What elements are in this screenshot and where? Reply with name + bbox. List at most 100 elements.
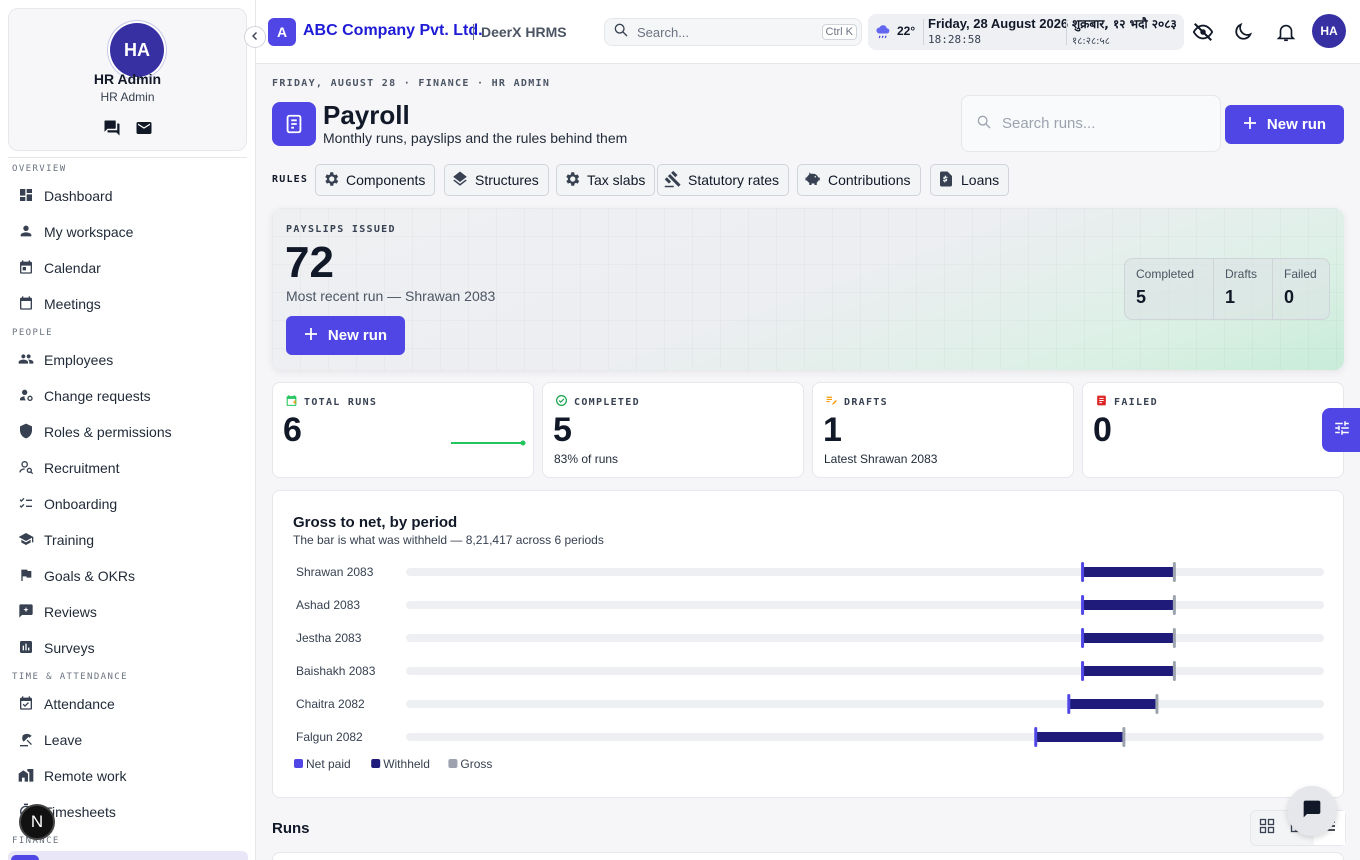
sidebar-item-meetings[interactable]: Meetings	[8, 288, 248, 320]
sidebar-item-label: Training	[44, 532, 95, 548]
hero-stat-label: Completed	[1136, 267, 1195, 281]
runs-search-input[interactable]: Search runs...	[961, 95, 1221, 152]
dev-badge[interactable]: N	[19, 804, 55, 840]
edit-note-icon	[825, 394, 838, 410]
hero-stat-label: Failed	[1284, 267, 1317, 281]
chat-icon[interactable]	[103, 119, 121, 142]
beach-icon	[18, 731, 34, 750]
chart-plot: Shrawan 2083 Ashad 2083 Jestha 2083 Baishak…	[294, 562, 1324, 771]
sidebar-item-reviews[interactable]: Reviews	[8, 596, 248, 628]
rule-statutory-rates[interactable]: Statutory rates	[657, 164, 790, 196]
sidebar-item-change-requests[interactable]: Change requests	[8, 380, 248, 412]
rule-structures[interactable]: Structures	[444, 164, 549, 196]
sidebar-item-goals[interactable]: Goals & OKRs	[8, 560, 248, 592]
sidebar-item-label: Remote work	[44, 768, 127, 784]
chart-track	[406, 568, 1324, 576]
chart-track	[406, 634, 1324, 642]
stat-value: 0	[1093, 411, 1112, 449]
sidebar-item-recruitment[interactable]: Recruitment	[8, 452, 248, 484]
withheld-bar	[1035, 732, 1124, 742]
sidebar-item-roles[interactable]: Roles & permissions	[8, 416, 248, 448]
sidebar-item-employees[interactable]: Employees	[8, 344, 248, 376]
new-run-label: New run	[1266, 116, 1327, 133]
chart-category-label: Ashad 2083	[296, 598, 360, 612]
gear-icon	[322, 170, 340, 191]
dark-mode-icon[interactable]	[1232, 21, 1254, 43]
rule-label: Components	[346, 172, 426, 188]
gross-marker	[1122, 727, 1126, 747]
chart-category-label: Shrawan 2083	[296, 565, 374, 579]
search-placeholder: Search...	[637, 24, 690, 40]
sidebar-item-calendar[interactable]: Calendar	[8, 252, 248, 284]
rule-label: Statutory rates	[688, 172, 780, 188]
current-time: 18:28:58	[928, 33, 981, 46]
bell-icon[interactable]	[1275, 21, 1297, 43]
chat-bubble-icon	[1302, 799, 1322, 824]
stat-label: TOTAL RUNS	[304, 396, 378, 408]
chevron-left-icon	[250, 28, 260, 46]
chart-category-label: Falgun 2082	[296, 730, 363, 744]
sidebar-item-payroll-active[interactable]	[8, 851, 248, 860]
sidebar-item-label: Goals & OKRs	[44, 568, 136, 584]
net-paid-marker	[1081, 628, 1085, 648]
hero-new-run-button[interactable]: New run	[286, 316, 405, 355]
visibility-off-icon[interactable]	[1192, 21, 1214, 43]
rule-tax-slabs[interactable]: Tax slabs	[556, 164, 656, 196]
person-search-icon	[18, 459, 34, 478]
section-overview: OVERVIEW	[12, 164, 67, 174]
temperature: 22°	[897, 24, 916, 38]
sidebar-item-label: Surveys	[44, 640, 95, 656]
sidebar-item-label: Attendance	[44, 696, 115, 712]
global-search-input[interactable]: Search... Ctrl K	[604, 18, 862, 46]
stat-card-completed: COMPLETED 5 83% of runs	[542, 382, 804, 478]
rule-loans[interactable]: Loans	[930, 164, 1010, 196]
hero-stat-value: 5	[1136, 287, 1147, 307]
profile-avatar[interactable]: HA	[110, 23, 164, 77]
payslips-hero: PAYSLIPS ISSUED 72 Most recent run — Shr…	[272, 208, 1344, 370]
dashboard-icon	[18, 187, 34, 206]
main-content: FRIDAY, AUGUST 28 · FINANCE · HR ADMIN P…	[256, 64, 1360, 860]
user-avatar[interactable]: HA	[1312, 14, 1346, 48]
sidebar-item-my-workspace[interactable]: My workspace	[8, 216, 248, 248]
gross-marker	[1172, 628, 1176, 648]
sidebar-item-label: Meetings	[44, 296, 101, 312]
sidebar-item-onboarding[interactable]: Onboarding	[8, 488, 248, 520]
withheld-bar	[1082, 600, 1175, 610]
sidebar-item-attendance[interactable]: Attendance	[8, 688, 248, 720]
weather-clock-widget: 22° Friday, 28 August 2026 18:28:58 शुक्…	[868, 14, 1184, 50]
sidebar-item-surveys[interactable]: Surveys	[8, 632, 248, 664]
stat-card-drafts: DRAFTS 1 Latest Shrawan 2083	[812, 382, 1074, 478]
rule-components[interactable]: Components	[315, 164, 436, 196]
legend-label: Net paid	[306, 757, 351, 771]
person-gear-icon	[18, 387, 34, 406]
search-icon	[976, 114, 992, 134]
collapse-sidebar-button[interactable]	[244, 26, 266, 48]
section-people: PEOPLE	[12, 328, 53, 338]
legend-swatch	[294, 759, 303, 768]
topbar: A ABC Company Pvt. Ltd. DeerX HRMS Searc…	[256, 0, 1360, 64]
sidebar-item-label: Calendar	[44, 260, 101, 276]
hero-new-run-label: New run	[327, 327, 388, 344]
stat-label: FAILED	[1114, 396, 1158, 408]
rule-contributions[interactable]: Contributions	[797, 164, 921, 196]
shield-icon	[18, 423, 34, 442]
school-icon	[18, 531, 34, 550]
event-check-icon	[18, 695, 34, 714]
legend-swatch	[371, 759, 381, 768]
sidebar-item-dashboard[interactable]: Dashboard	[8, 180, 248, 212]
filters-fab[interactable]	[1322, 408, 1360, 452]
new-run-button[interactable]: New run	[1225, 105, 1344, 144]
company-logo[interactable]: A	[268, 18, 296, 46]
sidebar-item-training[interactable]: Training	[8, 524, 248, 556]
hero-status-summary: Completed 5 Drafts 1 Failed 0	[1124, 258, 1330, 320]
grid-view-button[interactable]	[1251, 811, 1282, 845]
sidebar-item-leave[interactable]: Leave	[8, 724, 248, 756]
chat-fab[interactable]	[1287, 786, 1337, 836]
sidebar-item-label: Recruitment	[44, 460, 120, 476]
calendar-icon	[18, 259, 34, 278]
mail-icon[interactable]	[135, 119, 153, 142]
legend-swatch	[448, 759, 458, 768]
flag-icon	[18, 567, 34, 586]
sidebar-item-remote-work[interactable]: Remote work	[8, 760, 248, 792]
legend-label: Gross	[460, 757, 492, 771]
